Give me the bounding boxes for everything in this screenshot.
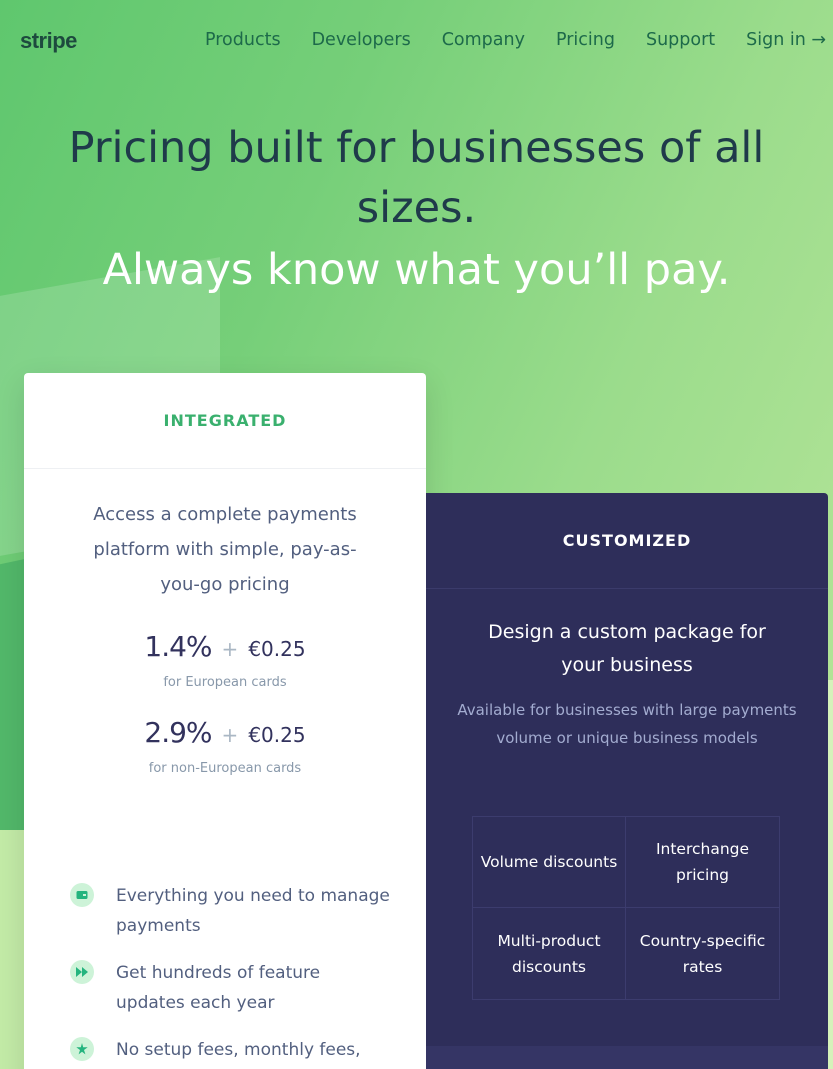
- price-note-non-european: for non-European cards: [148, 761, 302, 776]
- option-multi-product-discounts: Multi-product discounts: [473, 908, 626, 999]
- option-volume-discounts: Volume discounts: [473, 817, 626, 908]
- price-note-european: for European cards: [163, 675, 287, 690]
- nav-link-support[interactable]: Support: [646, 30, 715, 50]
- custom-options-grid: Volume discounts Interchange pricing Mul…: [472, 816, 780, 1000]
- feature-text: Get hundreds of feature updates each yea…: [116, 963, 321, 1013]
- hero: Pricing built for businesses of all size…: [0, 118, 833, 302]
- nav-link-pricing[interactable]: Pricing: [556, 30, 615, 50]
- nav-links: Products Developers Company Pricing Supp…: [205, 30, 826, 50]
- feature-text: Everything you need to manage payments: [116, 886, 390, 936]
- top-nav: stripe Products Developers Company Prici…: [0, 0, 833, 84]
- nav-link-products[interactable]: Products: [205, 30, 281, 50]
- customized-label: CUSTOMIZED: [562, 531, 692, 550]
- integrated-card-header: INTEGRATED: [24, 373, 426, 469]
- stripe-logo[interactable]: stripe: [20, 28, 77, 54]
- customized-card-footer: [426, 1046, 828, 1069]
- nav-link-sign-in[interactable]: Sign in →: [746, 30, 826, 50]
- integrated-label: INTEGRATED: [163, 411, 287, 430]
- customized-title: Design a custom package for your busines…: [488, 621, 766, 676]
- hero-title: Pricing built for businesses of all size…: [68, 123, 765, 233]
- wallet-icon: [70, 883, 94, 907]
- price-fee: €0.25: [248, 723, 306, 747]
- feature-list: Everything you need to manage payments G…: [70, 881, 390, 1069]
- feature-item: No setup fees, monthly fees,: [70, 1035, 390, 1065]
- price-percent: 1.4%: [144, 630, 212, 663]
- nav-link-company[interactable]: Company: [442, 30, 525, 50]
- customized-subtitle: Available for businesses with large paym…: [457, 701, 797, 747]
- integrated-description: Access a complete payments platform with…: [93, 504, 357, 595]
- price-percent: 2.9%: [144, 716, 212, 749]
- feature-text: No setup fees, monthly fees,: [116, 1040, 361, 1060]
- feature-item: Everything you need to manage payments: [70, 881, 390, 941]
- star-icon: [70, 1037, 94, 1061]
- customized-card-header: CUSTOMIZED: [426, 493, 828, 589]
- hero-subtitle: Always know what you’ll pay.: [102, 245, 731, 295]
- integrated-pricing-card: INTEGRATED Access a complete payments pl…: [24, 373, 426, 1069]
- customized-pricing-card: CUSTOMIZED Design a custom package for y…: [426, 493, 828, 1069]
- price-fee: €0.25: [248, 637, 306, 661]
- option-interchange-pricing: Interchange pricing: [626, 817, 779, 908]
- price-plus: +: [221, 637, 239, 661]
- feature-item: Get hundreds of feature updates each yea…: [70, 958, 390, 1018]
- option-country-specific-rates: Country-specific rates: [639, 931, 766, 976]
- price-plus: +: [221, 723, 239, 747]
- price-european: 1.4% + €0.25: [24, 630, 426, 663]
- price-non-european: 2.9% + €0.25: [24, 716, 426, 749]
- nav-link-developers[interactable]: Developers: [312, 30, 411, 50]
- fast-forward-icon: [70, 960, 94, 984]
